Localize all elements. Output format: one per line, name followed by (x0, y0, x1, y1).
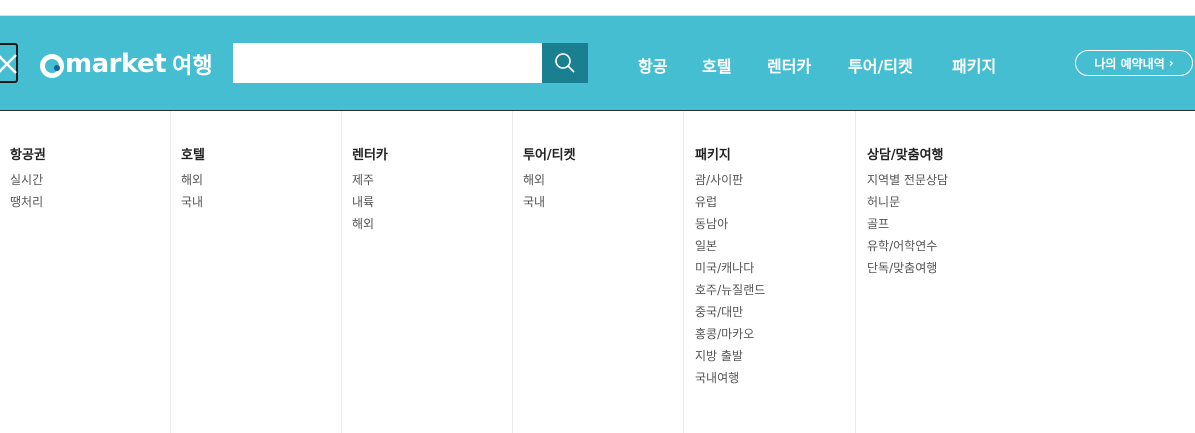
search-icon (555, 53, 575, 73)
menu-title[interactable]: 호텔 (181, 144, 341, 164)
menu-item[interactable]: 해외 (523, 172, 683, 194)
search-input[interactable] (233, 43, 542, 83)
nav-tour-ticket[interactable]: 투어/티켓 (848, 53, 913, 77)
menu-column-flight: 항공권 실시간 땡처리 (0, 111, 171, 433)
menu-item[interactable]: 국내 (523, 194, 683, 216)
menu-column-consulting: 상담/맞춤여행 지역별 전문상담 허니문 골프 유학/어학연수 단독/맞춤여행 (857, 111, 1057, 433)
mega-menu: 항공권 실시간 땡처리 호텔 해외 국내 렌터카 제주 내륙 해외 투어/티켓 … (0, 111, 1195, 433)
menu-title[interactable]: 렌터카 (352, 144, 512, 164)
logo-brand-text: market (65, 49, 167, 79)
menu-item[interactable]: 해외 (352, 216, 512, 238)
menu-column-hotel: 호텔 해외 국내 (171, 111, 342, 433)
menu-item[interactable]: 해외 (181, 172, 341, 194)
search-bar (233, 43, 588, 83)
search-button[interactable] (542, 43, 588, 83)
menu-item[interactable]: 국내여행 (695, 370, 855, 392)
menu-item[interactable]: 중국/대만 (695, 304, 855, 326)
nav-rentcar[interactable]: 렌터카 (767, 53, 811, 77)
menu-item[interactable]: 유학/어학연수 (867, 238, 1057, 260)
menu-item[interactable]: 내륙 (352, 194, 512, 216)
close-icon (0, 54, 17, 74)
menu-item[interactable]: 동남아 (695, 216, 855, 238)
menu-item[interactable]: 국내 (181, 194, 341, 216)
menu-item[interactable]: 미국/캐나다 (695, 260, 855, 282)
g-logo-icon (40, 54, 64, 78)
my-reservations-label: 나의 예약내역 (1094, 56, 1165, 71)
menu-item[interactable]: 허니문 (867, 194, 1057, 216)
gmarket-travel-logo[interactable]: market 여행 (40, 46, 213, 82)
menu-item[interactable]: 제주 (352, 172, 512, 194)
nav-hotel[interactable]: 호텔 (702, 53, 731, 77)
close-button[interactable] (0, 43, 18, 83)
menu-title[interactable]: 투어/티켓 (523, 144, 683, 164)
menu-title[interactable]: 패키지 (695, 144, 855, 164)
my-reservations-button[interactable]: 나의 예약내역 › (1075, 50, 1193, 76)
logo-sub-text: 여행 (172, 54, 213, 79)
menu-title[interactable]: 상담/맞춤여행 (867, 144, 1057, 164)
menu-item[interactable]: 단독/맞춤여행 (867, 260, 1057, 282)
nav-flight[interactable]: 항공 (638, 53, 667, 77)
menu-item[interactable]: 유럽 (695, 194, 855, 216)
menu-column-rentcar: 렌터카 제주 내륙 해외 (342, 111, 513, 433)
nav-package[interactable]: 패키지 (952, 53, 996, 77)
chevron-right-icon: › (1168, 56, 1174, 70)
menu-item[interactable]: 일본 (695, 238, 855, 260)
menu-item[interactable]: 실시간 (10, 172, 170, 194)
header-bar: market 여행 항공 호텔 렌터카 투어/티켓 패키지 나의 예약내역 › (0, 16, 1195, 111)
menu-column-package: 패키지 괌/사이판 유럽 동남아 일본 미국/캐나다 호주/뉴질랜드 중국/대만… (685, 111, 856, 433)
menu-title[interactable]: 항공권 (10, 144, 170, 164)
menu-item[interactable]: 지방 출발 (695, 348, 855, 370)
menu-item[interactable]: 호주/뉴질랜드 (695, 282, 855, 304)
menu-item[interactable]: 땡처리 (10, 194, 170, 216)
menu-item[interactable]: 괌/사이판 (695, 172, 855, 194)
menu-item[interactable]: 홍콩/마카오 (695, 326, 855, 348)
menu-item[interactable]: 지역별 전문상담 (867, 172, 1057, 194)
menu-item[interactable]: 골프 (867, 216, 1057, 238)
top-strip (0, 0, 1195, 16)
menu-column-tour-ticket: 투어/티켓 해외 국내 (513, 111, 684, 433)
